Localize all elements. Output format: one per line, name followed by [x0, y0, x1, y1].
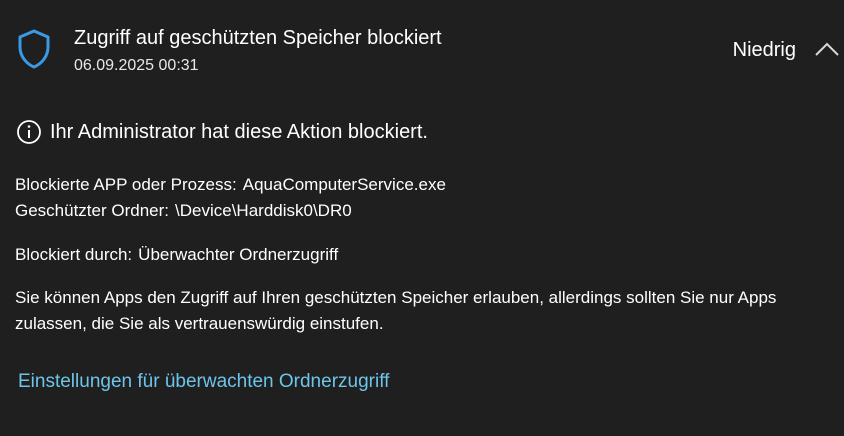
blocked-by-label: Blockiert durch:	[15, 245, 133, 264]
info-icon	[17, 120, 41, 144]
protected-folder-label: Geschützter Ordner:	[15, 201, 170, 220]
protected-folder-value: \Device\Harddisk0\DR0	[175, 201, 352, 220]
description-text: Sie können Apps den Zugriff auf Ihren ge…	[15, 288, 777, 333]
controlled-folder-access-settings-link[interactable]: Einstellungen für überwachten Ordnerzugr…	[18, 369, 389, 395]
notification-timestamp: 06.09.2025 00:31	[74, 57, 199, 74]
severity-label: Niedrig	[732, 39, 796, 61]
shield-icon	[18, 29, 50, 69]
blocked-by-row: Blockiert durch: Überwachter Ordnerzugrif…	[15, 243, 338, 267]
blocked-by-value: Überwachter Ordnerzugriff	[138, 245, 339, 264]
protected-folder-row: Geschützter Ordner: \Device\Harddisk0\DR0	[15, 199, 352, 223]
blocked-app-label: Blockierte APP oder Prozess:	[15, 175, 237, 194]
blocked-app-row: Blockierte APP oder Prozess: AquaComputer…	[15, 173, 446, 197]
info-message-text: Ihr Administrator hat diese Aktion block…	[50, 121, 428, 143]
info-message: Ihr Administrator hat diese Aktion block…	[16, 118, 428, 146]
notification-panel: Zugriff auf geschützten Speicher blockie…	[0, 0, 844, 436]
chevron-up-icon[interactable]	[812, 36, 842, 62]
notification-title: Zugriff auf geschützten Speicher blockie…	[74, 27, 442, 49]
blocked-app-value: AquaComputerService.exe	[242, 175, 446, 194]
